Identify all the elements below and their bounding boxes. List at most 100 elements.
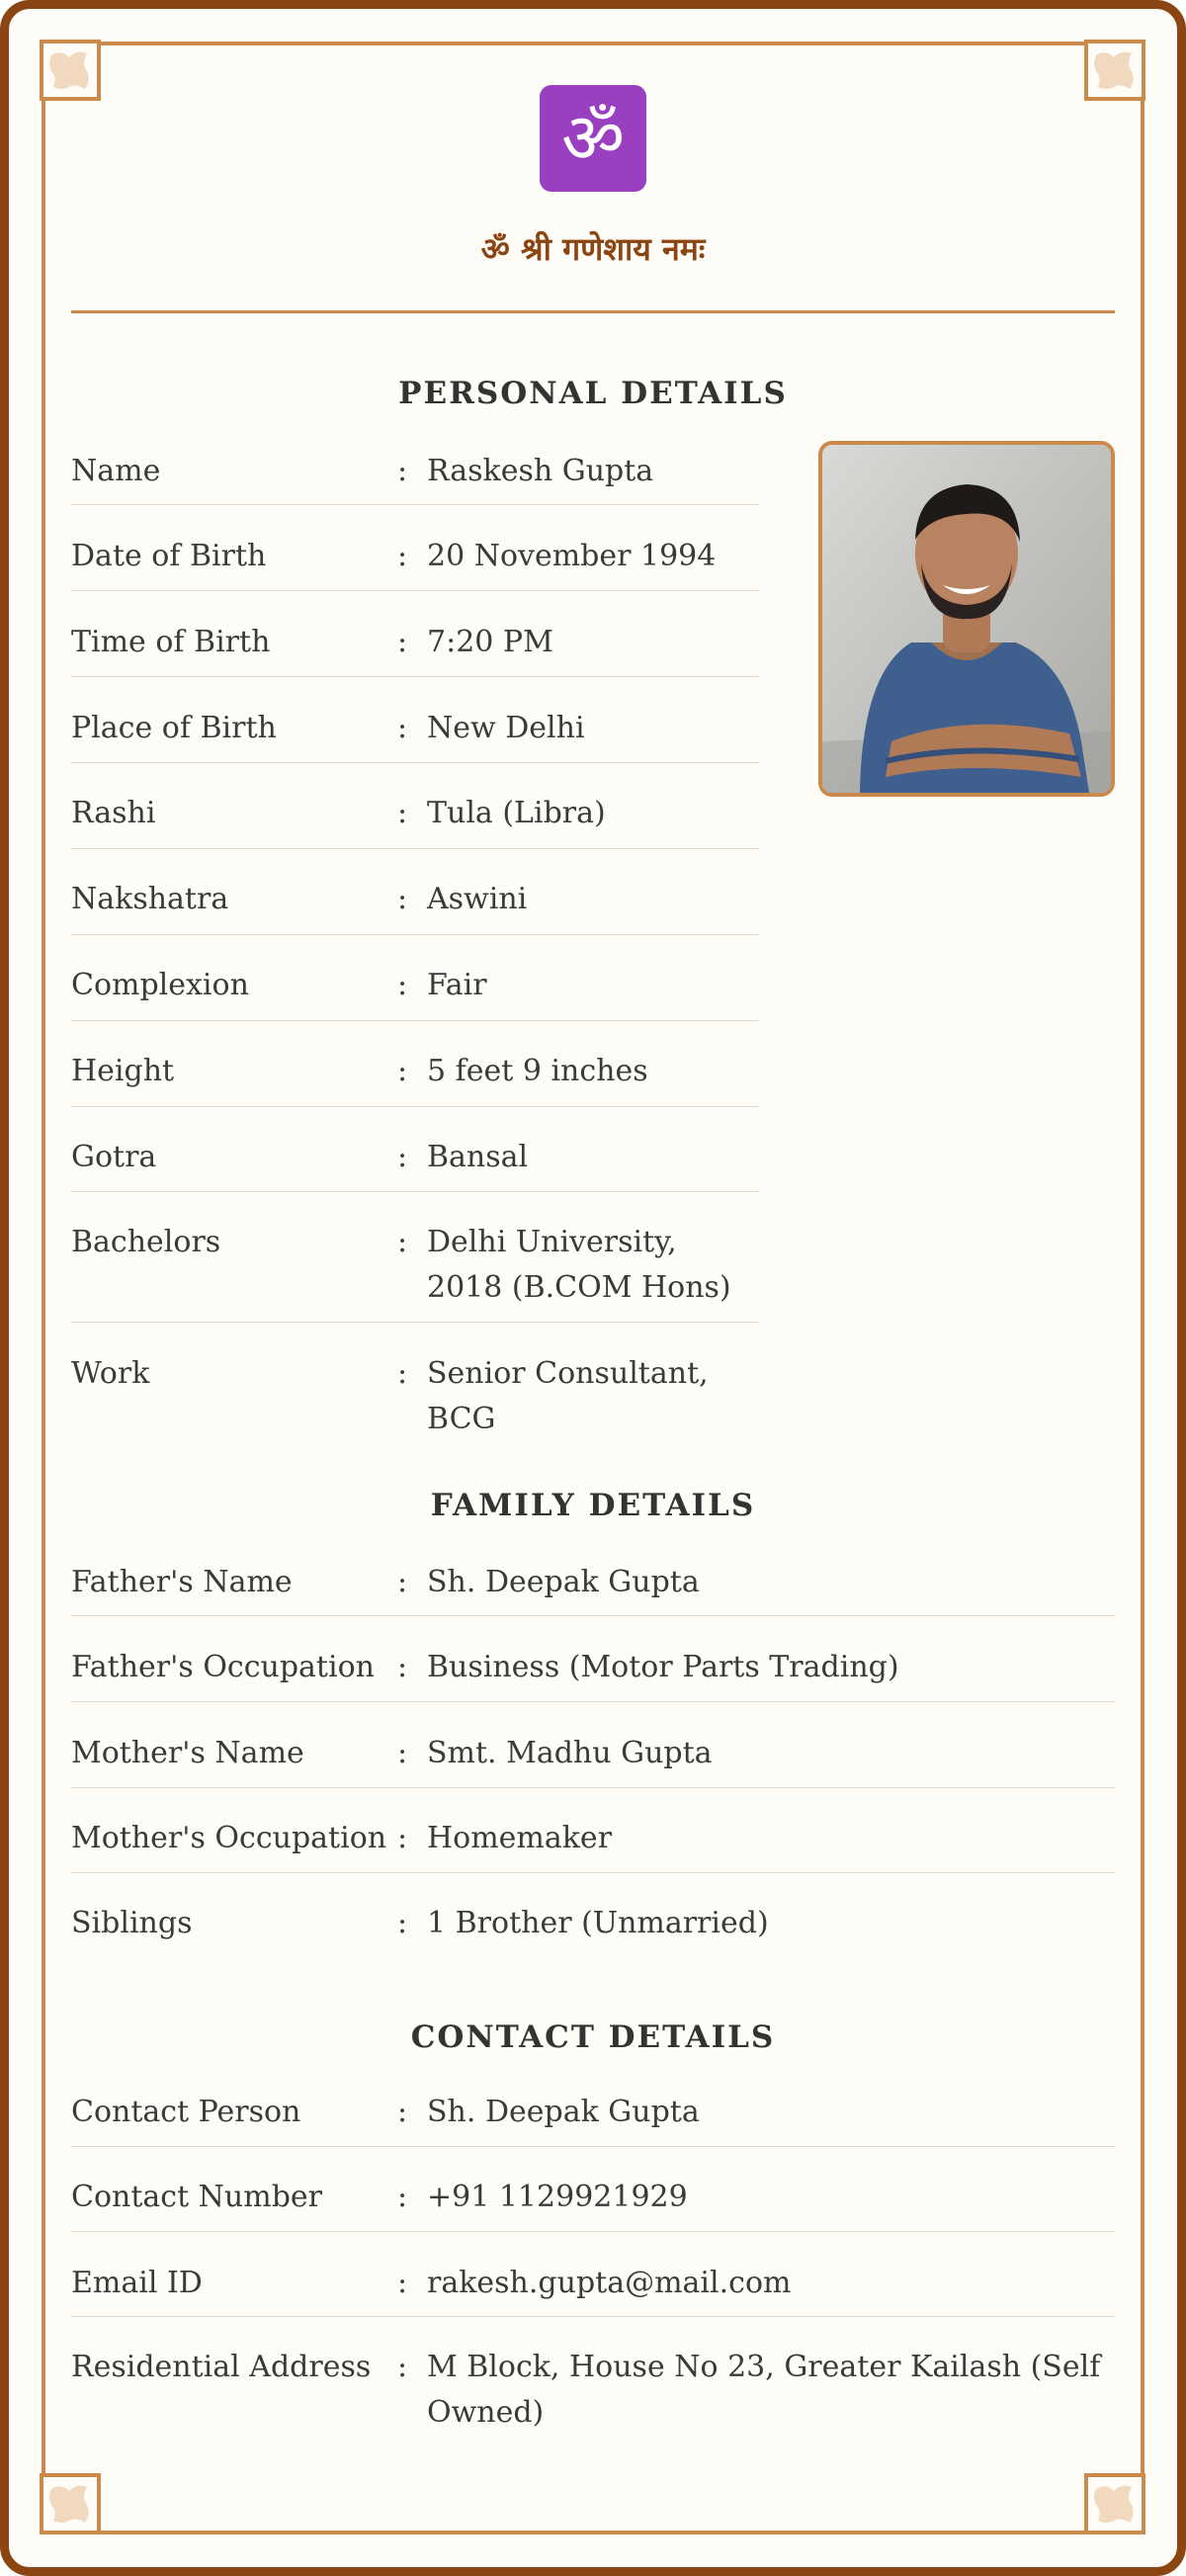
detail-label: Name: [71, 454, 161, 488]
corner-ornament-icon: [1094, 51, 1134, 89]
detail-row-bachelors: Bachelors : Delhi University, 2018 (B.CO…: [71, 1220, 759, 1311]
row-divider: [71, 504, 759, 505]
detail-value: Sh. Deepak Gupta: [427, 2095, 700, 2129]
row-divider: [71, 762, 759, 763]
separator: :: [397, 1565, 408, 1599]
separator: :: [397, 1225, 408, 1259]
separator: :: [397, 1821, 408, 1855]
separator: :: [397, 2350, 408, 2384]
row-divider: [71, 2316, 1115, 2317]
row-divider: [71, 1191, 759, 1192]
detail-label: Date of Birth: [71, 539, 267, 573]
detail-value: Business (Motor Parts Trading): [427, 1650, 899, 1684]
detail-row-work: Work : Senior Consultant, BCG: [71, 1351, 759, 1442]
row-divider: [71, 1106, 759, 1107]
detail-value: Raskesh Gupta: [427, 454, 654, 488]
detail-row-siblings: Siblings : 1 Brother (Unmarried): [71, 1901, 1115, 1946]
detail-label: Siblings: [71, 1906, 193, 1940]
separator: :: [397, 2266, 408, 2300]
detail-value: Senior Consultant, BCG: [427, 1356, 709, 1436]
detail-row-time-of-birth: Time of Birth : 7:20 PM: [71, 620, 759, 665]
detail-label: Contact Number: [71, 2180, 322, 2214]
row-divider: [71, 1615, 1115, 1616]
corner-ornament-bottom-right: [1084, 2473, 1145, 2534]
detail-label: Residential Address: [71, 2350, 372, 2384]
detail-value: 20 November 1994: [427, 539, 717, 573]
separator: :: [397, 2180, 408, 2214]
family-details-title: FAMILY DETAILS: [430, 1488, 756, 1523]
detail-row-name: Name : Raskesh Gupta: [71, 449, 759, 494]
detail-value: Delhi University, 2018 (B.COM Hons): [427, 1225, 731, 1305]
detail-label: Height: [71, 1054, 175, 1088]
row-divider: [71, 590, 759, 591]
detail-row-rashi: Rashi : Tula (Libra): [71, 791, 759, 836]
detail-label: Contact Person: [71, 2095, 301, 2129]
detail-row-fathers-occupation: Father's Occupation : Business (Motor Pa…: [71, 1645, 1115, 1690]
separator: :: [397, 625, 408, 659]
separator: :: [397, 454, 408, 488]
detail-value: Tula (Libra): [427, 796, 606, 830]
detail-row-date-of-birth: Date of Birth : 20 November 1994: [71, 534, 759, 579]
row-divider: [71, 934, 759, 935]
detail-label: Father's Occupation: [71, 1650, 375, 1684]
separator: :: [397, 882, 408, 916]
row-divider: [71, 676, 759, 677]
contact-details-title: CONTACT DETAILS: [410, 2019, 776, 2055]
detail-label: Email ID: [71, 2266, 203, 2300]
detail-value: Sh. Deepak Gupta: [427, 1565, 700, 1599]
detail-label: Mother's Name: [71, 1736, 304, 1770]
corner-ornament-icon: [49, 51, 89, 89]
om-icon: ॐ: [540, 85, 646, 192]
detail-row-mothers-name: Mother's Name : Smt. Madhu Gupta: [71, 1731, 1115, 1776]
detail-row-height: Height : 5 feet 9 inches: [71, 1049, 759, 1094]
detail-row-complexion: Complexion : Fair: [71, 963, 759, 1008]
detail-label: Bachelors: [71, 1225, 221, 1259]
row-divider: [71, 1872, 1115, 1873]
separator: :: [397, 1650, 408, 1684]
detail-value: rakesh.gupta@mail.com: [427, 2266, 792, 2300]
detail-value: +91 1129921929: [427, 2180, 688, 2214]
detail-value: Bansal: [427, 1140, 529, 1174]
corner-ornament-top-right: [1084, 40, 1145, 101]
detail-label: Nakshatra: [71, 882, 229, 916]
detail-value: Homemaker: [427, 1821, 613, 1855]
separator: :: [397, 711, 408, 745]
separator: :: [397, 1906, 408, 1940]
row-divider: [71, 1701, 1115, 1702]
separator: :: [397, 1054, 408, 1088]
detail-label: Work: [71, 1356, 150, 1391]
detail-row-mothers-occupation: Mother's Occupation : Homemaker: [71, 1816, 1115, 1861]
detail-row-place-of-birth: Place of Birth : New Delhi: [71, 706, 759, 751]
corner-ornament-icon: [49, 2485, 89, 2523]
separator: :: [397, 1356, 408, 1391]
row-divider: [71, 1787, 1115, 1788]
row-divider: [71, 1322, 759, 1323]
separator: :: [397, 1140, 408, 1174]
separator: :: [397, 1736, 408, 1770]
separator: :: [397, 968, 408, 1002]
detail-label: Mother's Occupation: [71, 1821, 387, 1855]
detail-value: M Block, House No 23, Greater Kailash (S…: [427, 2350, 1101, 2430]
corner-ornament-bottom-left: [40, 2473, 101, 2534]
profile-photo: [818, 441, 1115, 797]
detail-value: New Delhi: [427, 711, 585, 745]
detail-label: Gotra: [71, 1140, 157, 1174]
row-divider: [71, 848, 759, 849]
detail-label: Rashi: [71, 796, 156, 830]
detail-row-email-id: Email ID : rakesh.gupta@mail.com: [71, 2261, 1115, 2306]
mantra-heading: ॐ श्री गणेशाय नमः: [480, 230, 706, 268]
row-divider: [71, 2231, 1115, 2232]
om-glyph: ॐ: [561, 98, 625, 179]
detail-value: 7:20 PM: [427, 625, 553, 659]
separator: :: [397, 2095, 408, 2129]
row-divider: [71, 1020, 759, 1021]
detail-row-nakshatra: Nakshatra : Aswini: [71, 877, 759, 922]
detail-label: Time of Birth: [71, 625, 271, 659]
separator: :: [397, 796, 408, 830]
detail-value: 1 Brother (Unmarried): [427, 1906, 769, 1940]
detail-row-contact-person: Contact Person : Sh. Deepak Gupta: [71, 2090, 1115, 2135]
personal-details-title: PERSONAL DETAILS: [398, 376, 788, 411]
detail-label: Complexion: [71, 968, 249, 1002]
detail-value: Aswini: [427, 882, 528, 916]
detail-row-fathers-name: Father's Name : Sh. Deepak Gupta: [71, 1560, 1115, 1605]
